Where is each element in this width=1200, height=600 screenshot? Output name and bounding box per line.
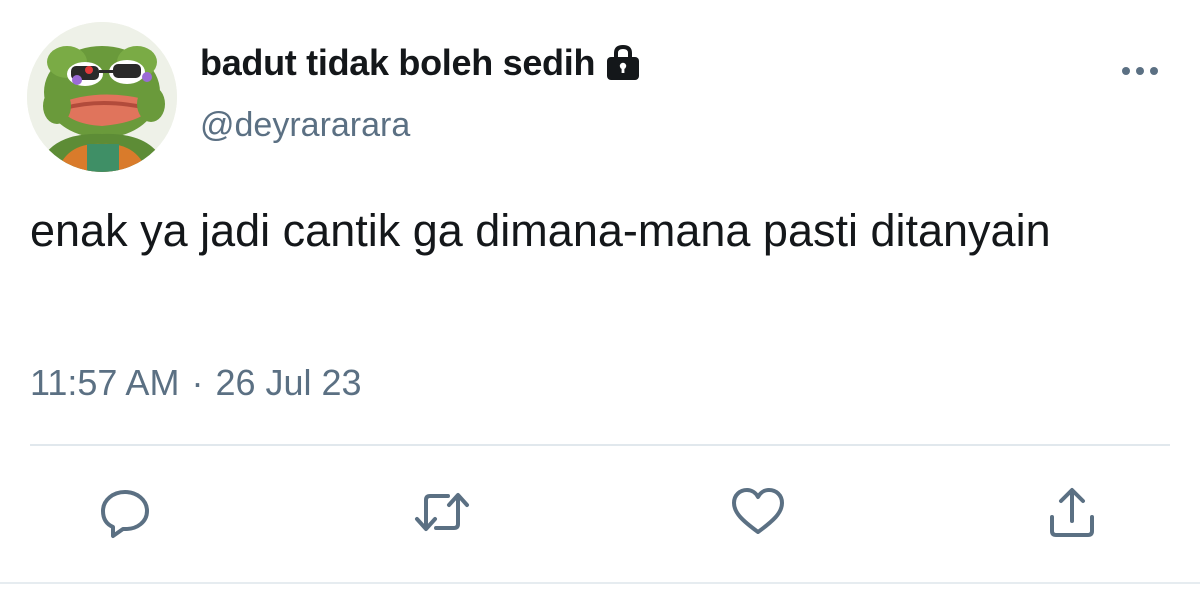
tweet-text: enak ya jadi cantik ga dimana-mana pasti…	[30, 205, 1051, 256]
display-name[interactable]: badut tidak boleh sedih	[200, 42, 595, 84]
tweet-date: 26 Jul 23	[215, 362, 362, 403]
more-icon[interactable]	[1118, 64, 1162, 78]
share-button[interactable]	[1040, 480, 1104, 544]
like-button[interactable]	[726, 480, 790, 544]
user-handle[interactable]: @deyrararara	[200, 106, 410, 145]
pepe-avatar-icon	[27, 22, 177, 172]
reply-icon	[101, 490, 149, 538]
action-bar	[0, 480, 1200, 550]
tweet-time: 11:57 AM	[30, 362, 180, 403]
reply-button[interactable]	[93, 480, 157, 544]
divider	[30, 444, 1170, 446]
avatar[interactable]	[27, 22, 177, 172]
retweet-button[interactable]	[410, 480, 474, 544]
heart-icon	[732, 488, 784, 534]
retweet-icon	[415, 493, 469, 531]
share-icon	[1050, 488, 1094, 537]
lock-icon	[603, 44, 643, 82]
display-name-row: badut tidak boleh sedih	[200, 40, 643, 86]
bottom-divider	[0, 582, 1200, 584]
timestamp-separator: ·	[191, 362, 204, 403]
tweet-timestamp[interactable]: 11:57 AM · 26 Jul 23	[30, 362, 362, 404]
tweet-card: badut tidak boleh sedih @deyrararara ena…	[0, 0, 1200, 600]
